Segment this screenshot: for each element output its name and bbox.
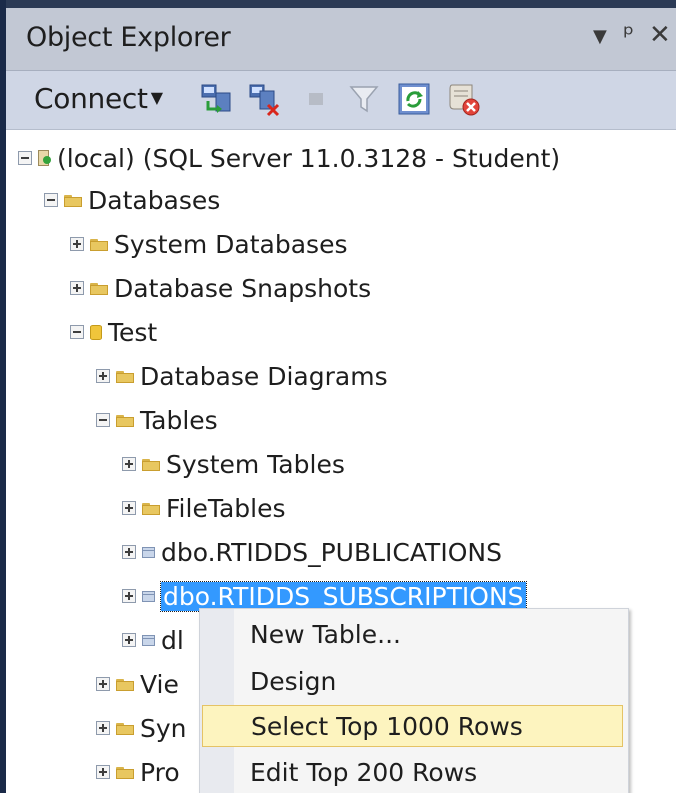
connect-label: Connect xyxy=(34,82,148,115)
expand-icon[interactable] xyxy=(122,501,136,515)
tree-node-test[interactable]: Test xyxy=(70,310,157,354)
menu-item-design[interactable]: Design xyxy=(202,660,623,702)
expand-icon[interactable] xyxy=(122,457,136,471)
expand-icon[interactable] xyxy=(96,677,110,691)
tree-node-partial-table[interactable]: dl xyxy=(122,618,184,662)
tree-node-server[interactable]: (local) (SQL Server 11.0.3128 - Student) xyxy=(18,136,560,180)
summary-icon[interactable] xyxy=(446,81,482,117)
tree-node-system-databases[interactable]: System Databases xyxy=(70,222,347,266)
collapse-icon[interactable] xyxy=(18,151,32,165)
tables-label: Tables xyxy=(140,405,218,435)
collapse-icon[interactable] xyxy=(96,413,110,427)
views-label: Vie xyxy=(140,669,179,699)
expand-icon[interactable] xyxy=(96,369,110,383)
collapse-icon[interactable] xyxy=(70,325,84,339)
tree-node-databases[interactable]: Databases xyxy=(44,178,220,222)
panel-title: Object Explorer xyxy=(26,22,231,53)
object-explorer-toolbar: Connect ▼ xyxy=(6,71,676,130)
refresh-icon[interactable] xyxy=(396,81,432,117)
connect-button[interactable]: Connect ▼ xyxy=(34,82,163,115)
connect-object-explorer-icon[interactable] xyxy=(198,81,234,117)
expand-icon[interactable] xyxy=(96,721,110,735)
database-snapshots-label: Database Snapshots xyxy=(114,273,372,303)
disconnect-icon[interactable] xyxy=(246,81,282,117)
database-diagrams-label: Database Diagrams xyxy=(140,361,388,391)
window-top-edge xyxy=(6,0,676,8)
folder-icon xyxy=(116,722,134,735)
folder-icon xyxy=(90,282,108,295)
tree-node-programmability[interactable]: Pro xyxy=(96,750,180,793)
system-databases-label: System Databases xyxy=(114,229,348,259)
stop-icon[interactable] xyxy=(298,81,334,117)
test-label: Test xyxy=(108,317,158,347)
table-icon xyxy=(142,546,155,558)
table-subscriptions-label: dbo.RTIDDS_SUBSCRIPTIONS xyxy=(160,580,527,612)
tree-node-table-publications[interactable]: dbo.RTIDDS_PUBLICATIONS xyxy=(122,530,502,574)
partial-table-label: dl xyxy=(161,625,184,655)
server-icon xyxy=(38,150,51,166)
folder-icon xyxy=(142,458,160,471)
folder-icon xyxy=(64,194,82,207)
folder-icon xyxy=(90,238,108,251)
menu-item-select-top-1000-rows[interactable]: Select Top 1000 Rows xyxy=(202,705,623,747)
expand-icon[interactable] xyxy=(96,765,110,779)
expand-icon[interactable] xyxy=(70,281,84,295)
object-explorer-window: Object Explorer ▼ ᵖ ✕ Connect ▼ (local) … xyxy=(0,0,676,793)
menu-item-edit-top-200-rows[interactable]: Edit Top 200 Rows xyxy=(202,751,623,793)
menu-item-new-table[interactable]: New Table... xyxy=(202,613,623,655)
programmability-label: Pro xyxy=(140,757,180,787)
filter-icon[interactable] xyxy=(346,81,382,117)
server-label: (local) (SQL Server 11.0.3128 - Student) xyxy=(57,143,561,173)
folder-icon xyxy=(142,502,160,515)
menu-item-label: Edit Top 200 Rows xyxy=(250,757,478,787)
folder-icon xyxy=(116,678,134,691)
panel-title-bar[interactable]: Object Explorer ▼ ᵖ ✕ xyxy=(6,8,676,71)
tree-node-tables[interactable]: Tables xyxy=(96,398,218,442)
collapse-icon[interactable] xyxy=(44,193,58,207)
table-publications-label: dbo.RTIDDS_PUBLICATIONS xyxy=(161,537,502,567)
tree-node-database-snapshots[interactable]: Database Snapshots xyxy=(70,266,371,310)
dropdown-icon[interactable]: ▼ xyxy=(593,26,607,47)
close-icon[interactable]: ✕ xyxy=(649,20,671,50)
filetables-label: FileTables xyxy=(166,493,286,523)
tree-node-filetables[interactable]: FileTables xyxy=(122,486,286,530)
menu-item-label: Select Top 1000 Rows xyxy=(251,711,523,741)
table-icon xyxy=(142,634,155,646)
expand-icon[interactable] xyxy=(70,237,84,251)
menu-item-label: Design xyxy=(250,666,337,696)
expand-icon[interactable] xyxy=(122,633,136,647)
pin-icon[interactable]: ᵖ xyxy=(623,20,634,50)
tree-node-system-tables[interactable]: System Tables xyxy=(122,442,345,486)
tree-node-database-diagrams[interactable]: Database Diagrams xyxy=(96,354,388,398)
folder-icon xyxy=(116,370,134,383)
database-icon xyxy=(90,324,102,340)
expand-icon[interactable] xyxy=(122,589,136,603)
tree-node-views[interactable]: Vie xyxy=(96,662,179,706)
system-tables-label: System Tables xyxy=(166,449,345,479)
table-icon xyxy=(142,590,155,602)
databases-label: Databases xyxy=(88,185,221,215)
folder-icon xyxy=(116,766,134,779)
menu-item-label: New Table... xyxy=(250,619,401,649)
expand-icon[interactable] xyxy=(122,545,136,559)
context-menu: New Table... Design Select Top 1000 Rows… xyxy=(199,608,629,793)
folder-icon xyxy=(116,414,134,427)
chevron-down-icon: ▼ xyxy=(150,88,163,107)
tree-node-synonyms[interactable]: Syn xyxy=(96,706,187,750)
synonyms-label: Syn xyxy=(140,713,187,743)
